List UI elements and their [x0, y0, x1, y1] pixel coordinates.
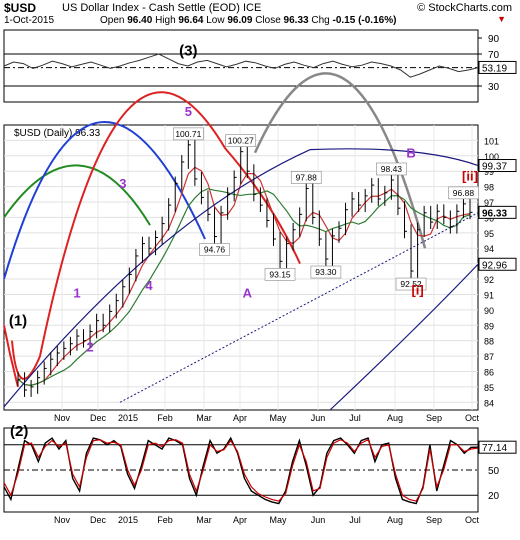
point-label: 93.30 — [315, 267, 337, 277]
bottom-x-label: Apr — [233, 515, 247, 525]
main-tick-label: 91 — [484, 290, 494, 300]
main-tick-label: 90 — [484, 306, 494, 316]
point-label: 100.27 — [228, 136, 254, 146]
bottom-x-label: Aug — [387, 515, 403, 525]
wave-label: (3) — [179, 43, 197, 60]
wave-label: 5 — [185, 104, 192, 119]
main-tick-label: 92 — [484, 275, 494, 285]
bottom-x-label: Dec — [90, 515, 107, 525]
main-tick-label: 87 — [484, 352, 494, 362]
main-tick-label: 84 — [484, 398, 494, 408]
wave-label: [i] — [411, 282, 423, 297]
price-tag: 99.37 — [482, 162, 507, 173]
main-tick-label: 95 — [484, 229, 494, 239]
main-x-label: Jun — [311, 413, 326, 423]
wave-label: 2 — [86, 339, 93, 354]
point-label: 94.76 — [204, 245, 226, 255]
top-last-value: 53.19 — [482, 63, 507, 74]
point-label: 93.15 — [269, 269, 291, 279]
main-x-label: May — [269, 413, 287, 423]
bottom-x-label: Jun — [311, 515, 326, 525]
main-tick-label: 94 — [484, 244, 494, 254]
price-tag: 92.96 — [482, 260, 507, 271]
bottom-x-label: 2015 — [118, 515, 138, 525]
bottom-x-label: Oct — [465, 515, 480, 525]
main-x-label: Aug — [387, 413, 403, 423]
wave-label: 3 — [119, 176, 126, 191]
main-tick-label: 88 — [484, 337, 494, 347]
wave-label-bottom: (2) — [10, 423, 28, 440]
bottom-x-label: Jul — [349, 515, 361, 525]
bottom-x-label: Feb — [157, 515, 173, 525]
price-tag: 96.33 — [482, 208, 507, 219]
wave-label: (1) — [9, 312, 27, 329]
chart-svg: 3050709053.19848586878889909192939495969… — [3, 29, 517, 525]
main-x-label: Nov — [54, 413, 71, 423]
main-x-label: Jul — [349, 413, 361, 423]
main-x-label: Mar — [196, 413, 212, 423]
main-x-label: Apr — [233, 413, 247, 423]
top-tick-label: 70 — [488, 50, 500, 61]
point-label: 97.88 — [296, 172, 318, 182]
chart-title: $USD (Daily) 96.33 — [14, 128, 101, 139]
point-label: 96.88 — [453, 188, 475, 198]
point-label: 100.71 — [175, 129, 201, 139]
main-tick-label: 89 — [484, 321, 494, 331]
wave-label: B — [406, 145, 415, 160]
main-x-label: 2015 — [118, 413, 138, 423]
chart-frame: $USD US Dollar Index - Cash Settle (EOD)… — [0, 0, 520, 540]
wave-label: [ii] — [462, 168, 478, 183]
bottom-tick-label: 20 — [488, 491, 500, 502]
main-tick-label: 86 — [484, 367, 494, 377]
main-x-label: Oct — [465, 413, 480, 423]
bottom-x-label: Sep — [426, 515, 442, 525]
bottom-x-label: May — [269, 515, 287, 525]
bottom-last-value: 77.14 — [482, 443, 507, 454]
wave-label: 1 — [73, 286, 80, 301]
main-tick-label: 98 — [484, 183, 494, 193]
wave-label: 4 — [145, 278, 153, 293]
top-tick-label: 30 — [488, 82, 500, 93]
point-label: 98.43 — [381, 164, 403, 174]
wave-label: A — [243, 286, 253, 301]
bottom-x-label: Mar — [196, 515, 212, 525]
main-tick-label: 101 — [484, 136, 499, 146]
main-tick-label: 85 — [484, 383, 494, 393]
main-x-label: Sep — [426, 413, 442, 423]
main-x-label: Dec — [90, 413, 107, 423]
bottom-tick-label: 50 — [488, 466, 500, 477]
bottom-x-label: Nov — [54, 515, 71, 525]
main-x-label: Feb — [157, 413, 173, 423]
top-tick-label: 90 — [488, 34, 500, 45]
